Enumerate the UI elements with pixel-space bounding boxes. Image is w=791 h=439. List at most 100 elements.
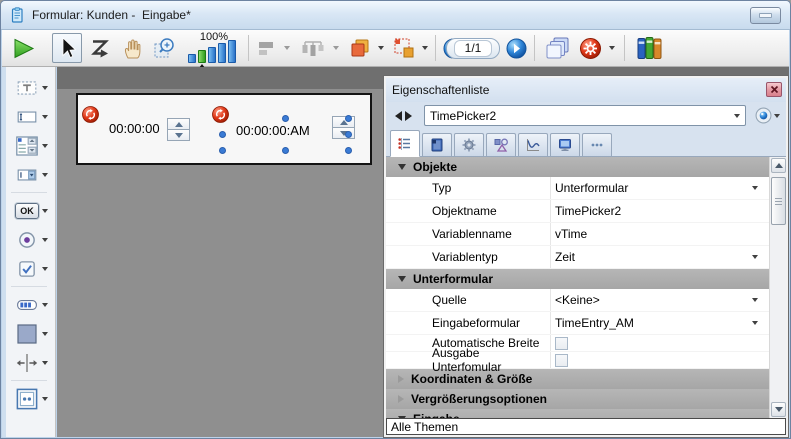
chevron-down-icon[interactable] (42, 397, 48, 401)
collapse-icon[interactable] (398, 276, 406, 282)
subform-tool[interactable] (15, 384, 48, 413)
library-button[interactable] (632, 33, 666, 63)
splitter-tool[interactable] (15, 348, 48, 377)
visibility-eye-icon[interactable] (755, 107, 772, 124)
tab-more[interactable] (582, 133, 612, 156)
selection-handle[interactable] (345, 115, 352, 122)
bring-to-front-dropdown[interactable] (375, 33, 387, 63)
expand-icon[interactable] (398, 395, 404, 403)
tab-properties-list[interactable] (390, 130, 420, 157)
next-object-button[interactable] (405, 111, 412, 121)
property-value[interactable]: Zeit (550, 246, 786, 268)
listbox-tool[interactable] (15, 131, 48, 160)
layers-button[interactable] (542, 33, 572, 63)
property-row-variablenname[interactable]: Variablenname vTime (386, 223, 786, 246)
page-next-button[interactable] (504, 33, 528, 63)
property-row-variablentyp[interactable]: Variablentyp Zeit (386, 246, 786, 269)
spin-up-button[interactable] (168, 119, 189, 129)
panel-close-button[interactable] (766, 82, 782, 97)
property-row-quelle[interactable]: Quelle <Keine> (386, 289, 786, 312)
chevron-down-icon[interactable] (42, 332, 48, 336)
chevron-down-icon[interactable] (42, 86, 48, 90)
chevron-down-icon[interactable] (42, 361, 48, 365)
pan-tool-button[interactable] (118, 33, 146, 63)
progressbar-tool[interactable] (15, 290, 48, 319)
selection-frame-dropdown[interactable] (419, 33, 431, 63)
tab-curves[interactable] (518, 133, 548, 156)
zoom-level-control[interactable]: 100% (185, 31, 243, 66)
tab-data[interactable] (422, 133, 452, 156)
property-row-eingabeformular[interactable]: Eingabeformular TimeEntry_AM (386, 312, 786, 335)
scrollbar-thumb[interactable] (771, 177, 786, 225)
align-dropdown[interactable] (281, 33, 293, 63)
selection-handle[interactable] (219, 147, 226, 154)
run-button[interactable] (8, 33, 38, 63)
chevron-down-icon[interactable] (42, 173, 48, 177)
chevron-down-icon[interactable] (42, 267, 48, 271)
checkbox-tool[interactable] (15, 254, 48, 283)
object-selector-combobox[interactable]: TimePicker2 (424, 105, 746, 126)
label-tool[interactable] (15, 73, 48, 102)
textbox-tool[interactable] (15, 102, 48, 131)
zoom-tool-button[interactable] (150, 33, 180, 63)
chevron-down-icon[interactable] (752, 321, 758, 325)
title-bar[interactable]: Formular: Kunden - Eingabe* (1, 1, 790, 30)
combobox-tool[interactable] (15, 160, 48, 189)
settings-button[interactable] (576, 33, 604, 63)
arrange-dropdown[interactable] (330, 33, 342, 63)
prev-object-button[interactable] (395, 111, 402, 121)
tab-display[interactable] (550, 133, 580, 156)
timepicker-value[interactable]: 00:00:00 (109, 121, 160, 136)
timepicker-value[interactable]: 00:00:00:AM (236, 123, 310, 138)
vertical-scrollbar[interactable] (769, 157, 786, 418)
chevron-down-icon[interactable] (42, 303, 48, 307)
chevron-down-icon[interactable] (42, 238, 48, 242)
radio-tool[interactable] (15, 225, 48, 254)
subform-indicator-icon[interactable] (212, 106, 229, 123)
chevron-down-icon[interactable] (752, 255, 758, 259)
expand-icon[interactable] (398, 375, 404, 383)
button-tool[interactable]: OK (15, 196, 48, 225)
rectangle-tool[interactable] (15, 319, 48, 348)
chevron-down-icon[interactable] (752, 186, 758, 190)
selection-handle[interactable] (219, 131, 226, 138)
bring-to-front-button[interactable] (346, 33, 374, 63)
property-value[interactable]: TimeEntry_AM (550, 312, 786, 334)
property-row-ausgabe-unterformular[interactable]: Ausgabe Unterfomular (386, 352, 786, 369)
group-header-eingabe[interactable]: Eingabe (386, 409, 786, 418)
group-header-objekte[interactable]: Objekte (386, 157, 786, 177)
zoom-level-bars[interactable] (188, 40, 236, 63)
group-header-unterformular[interactable]: Unterformular (386, 269, 786, 289)
checkbox-unchecked[interactable] (555, 354, 568, 367)
scroll-down-button[interactable] (771, 402, 786, 417)
selection-handle[interactable] (282, 147, 289, 154)
form-design-surface[interactable]: 00:00:00 00:00:00:AM (76, 93, 372, 165)
tab-settings[interactable] (454, 133, 484, 156)
minimize-button[interactable] (750, 7, 781, 24)
chevron-down-icon[interactable] (42, 209, 48, 213)
checkbox-unchecked[interactable] (555, 337, 568, 350)
arrange-button-disabled[interactable] (298, 33, 328, 63)
chevron-down-icon[interactable] (42, 144, 48, 148)
property-row-typ[interactable]: Typ Unterformular (386, 177, 786, 200)
property-value[interactable]: Unterformular (550, 177, 786, 199)
property-value[interactable]: TimePicker2 (550, 200, 786, 222)
chevron-down-icon[interactable] (752, 298, 758, 302)
align-button-disabled[interactable] (254, 33, 280, 63)
tab-order-button[interactable] (86, 33, 114, 63)
selection-handle[interactable] (345, 147, 352, 154)
group-header-vergroesserung[interactable]: Vergrößerungsoptionen (386, 389, 786, 409)
selection-handle[interactable] (282, 115, 289, 122)
select-tool-button[interactable] (52, 33, 82, 63)
selection-frame-button[interactable] (390, 33, 418, 63)
spin-down-button[interactable] (168, 130, 189, 140)
selection-handle[interactable] (345, 131, 352, 138)
property-value[interactable]: vTime (550, 223, 786, 245)
tab-objects[interactable] (486, 133, 516, 156)
collapse-icon[interactable] (398, 164, 406, 170)
property-value[interactable]: <Keine> (550, 289, 786, 311)
panel-header[interactable]: Eigenschaftenliste (386, 78, 786, 102)
chevron-down-icon[interactable] (42, 115, 48, 119)
scroll-up-button[interactable] (771, 158, 786, 173)
property-row-objektname[interactable]: Objektname TimePicker2 (386, 200, 786, 223)
